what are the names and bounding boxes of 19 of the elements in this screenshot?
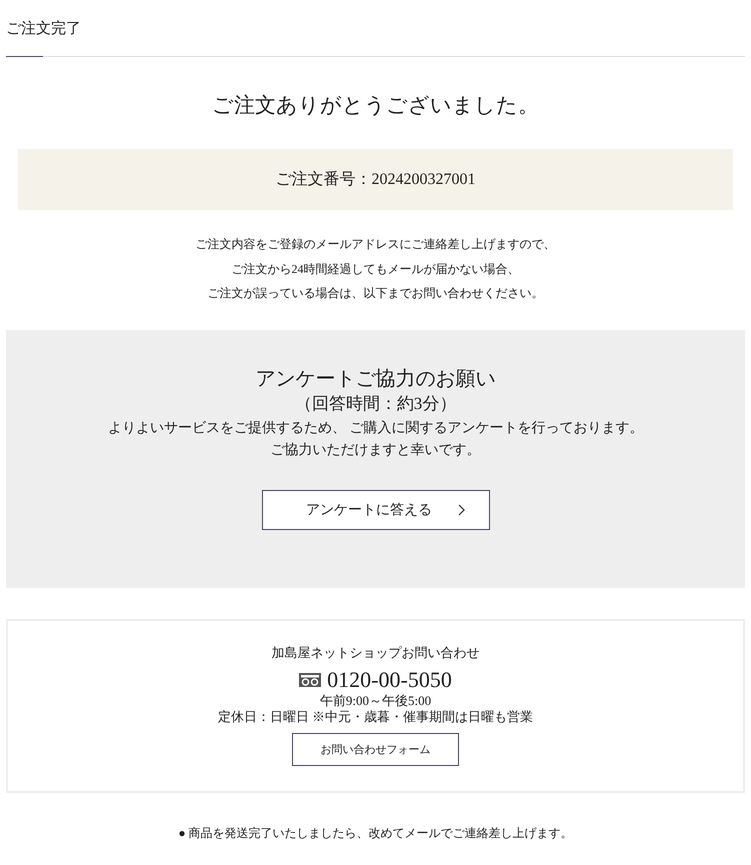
survey-text: ご協力いただけますと幸いです。: [270, 442, 480, 460]
notice-text: ご注文が誤っている場合は、以下までお問い合わせください。: [206, 285, 544, 302]
contact-form-button[interactable]: お問い合わせフォーム: [292, 732, 459, 766]
survey-subtitle: （回答時間：約3分）: [294, 392, 456, 414]
business-hours: 午前9:00～午後5:00: [320, 692, 432, 708]
phone-number: 0120-00-5050: [327, 666, 452, 692]
thank-you-heading: ご注文ありがとうございました。: [211, 92, 540, 119]
survey-title: アンケートご協力のお願い: [256, 366, 496, 392]
chevron-right-icon: [458, 504, 465, 516]
shipping-note: ● 商品を発送完了いたしましたら、改めてメールでご連絡差し上げます。: [177, 824, 574, 842]
notice-text: ご注文から24時間経過してもメールが届かない場合、: [230, 260, 520, 278]
survey-text: よりよいサービスをご提供するため、 ご購入に関するアンケートを行っております。: [108, 420, 644, 438]
contact-title: 加島屋ネットショップお問い合わせ: [272, 644, 480, 662]
page-title: ご注文完了: [6, 19, 81, 38]
survey-button[interactable]: アンケートに答える: [262, 490, 490, 530]
notice-text: ご注文内容をご登録のメールアドレスにご連絡差し上げますので、: [194, 236, 556, 253]
order-number: ご注文番号：2024200327001: [276, 170, 476, 190]
free-dial-icon: [299, 672, 322, 686]
holiday-info: 定休日：日曜日 ※中元・歳暮・催事期間は日曜も営業: [218, 708, 534, 724]
